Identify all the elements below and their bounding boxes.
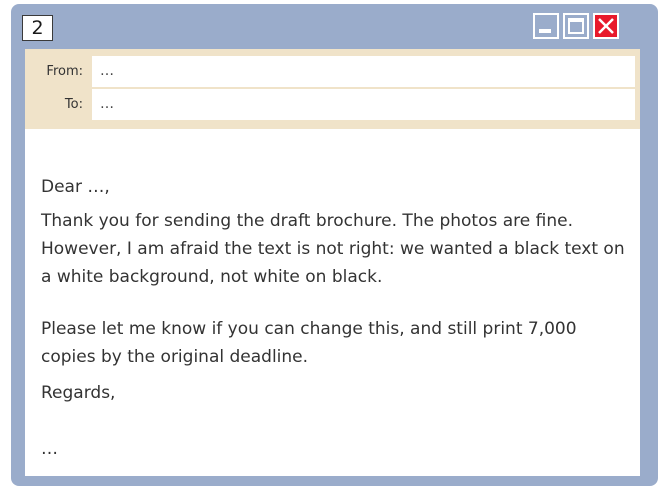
to-label: To: — [64, 97, 83, 112]
body-paragraph-1: Thank you for sending the draft brochure… — [41, 211, 625, 287]
email-body[interactable]: Dear …, Thank you for sending the draft … — [25, 129, 640, 476]
email-header: From: … To: … — [25, 49, 640, 129]
to-row: To: … — [25, 89, 640, 121]
body-paragraph-2: Please let me know if you can change thi… — [41, 319, 577, 367]
from-field[interactable]: … — [92, 56, 635, 87]
maximize-icon — [568, 18, 584, 34]
closing-text: Regards, — [41, 383, 116, 403]
minimize-button[interactable] — [533, 13, 559, 39]
signature-text: … — [41, 439, 58, 459]
from-row: From: … — [25, 56, 640, 88]
greeting-text: Dear …, — [41, 177, 110, 197]
email-window: 2 From: … To: … Dear …, Thank you for se… — [11, 4, 658, 486]
from-label: From: — [46, 64, 83, 79]
to-field[interactable]: … — [92, 89, 635, 120]
window-number-badge: 2 — [22, 15, 53, 41]
minimize-icon — [539, 29, 551, 33]
close-icon — [598, 18, 614, 34]
close-button[interactable] — [593, 13, 619, 39]
maximize-button[interactable] — [563, 13, 589, 39]
